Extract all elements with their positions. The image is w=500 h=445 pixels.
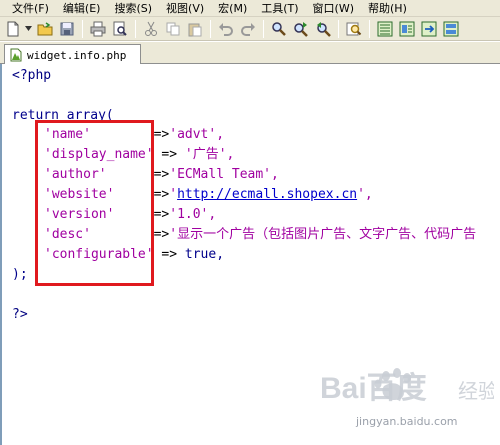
save-icon[interactable] bbox=[56, 19, 77, 39]
menu-search[interactable]: 搜索(S) bbox=[114, 0, 152, 16]
toolbar-separator bbox=[210, 19, 211, 38]
baidu-logo-icon: Bai百度 经验 bbox=[320, 368, 494, 405]
tab-label: widget.info.php bbox=[27, 48, 127, 62]
open-folder-icon[interactable] bbox=[34, 19, 55, 39]
array-close: ); bbox=[12, 267, 28, 282]
view-mode-icon-2[interactable] bbox=[396, 19, 417, 39]
document-tab-strip: widget.info.php bbox=[0, 42, 500, 65]
redo-icon[interactable] bbox=[237, 19, 258, 39]
paste-icon[interactable] bbox=[184, 19, 205, 39]
menu-tools[interactable]: 工具(T) bbox=[261, 0, 298, 16]
new-dropdown-chevron-down-icon[interactable] bbox=[24, 19, 32, 39]
cut-icon[interactable] bbox=[140, 19, 161, 39]
entry-value: '显示一个广告（包括图片广告、文字广告、代码广告 bbox=[169, 227, 477, 242]
view-mode-icon-1[interactable] bbox=[374, 19, 395, 39]
find-in-files-icon[interactable] bbox=[343, 19, 364, 39]
toolbar-separator bbox=[369, 19, 370, 38]
toolbar bbox=[0, 17, 500, 41]
menu-macro[interactable]: 宏(M) bbox=[218, 0, 247, 16]
toolbar-separator bbox=[82, 19, 83, 38]
toolbar-separator bbox=[263, 19, 264, 38]
new-file-icon[interactable] bbox=[2, 19, 23, 39]
menu-window[interactable]: 窗口(W) bbox=[313, 0, 354, 16]
view-mode-icon-3[interactable] bbox=[418, 19, 439, 39]
entry-arrow: => bbox=[153, 247, 185, 262]
find-next-icon[interactable] bbox=[290, 19, 311, 39]
php-open-tag: <?php bbox=[12, 68, 52, 83]
menu-view[interactable]: 视图(V) bbox=[166, 0, 204, 16]
view-mode-icon-4[interactable] bbox=[440, 19, 461, 39]
find-icon[interactable] bbox=[268, 19, 289, 39]
watermark-sub-text: 经验 bbox=[458, 379, 494, 403]
watermark-url: jingyan.baidu.com bbox=[356, 415, 458, 428]
toolbar-separator bbox=[338, 19, 339, 38]
baidu-jingyan-watermark: Bai百度 经验 jingyan.baidu.com bbox=[318, 364, 494, 434]
entry-value: 'ECMall Team', bbox=[169, 167, 279, 182]
print-preview-icon[interactable] bbox=[109, 19, 130, 39]
php-file-icon bbox=[10, 48, 22, 62]
annotation-highlight-box bbox=[35, 120, 154, 286]
php-close-tag: ?> bbox=[12, 307, 28, 322]
entry-value: 'advt', bbox=[169, 127, 225, 142]
menu-help[interactable]: 帮助(H) bbox=[368, 0, 407, 16]
entry-value: true, bbox=[184, 247, 225, 262]
entry-value: '广告', bbox=[184, 147, 235, 162]
copy-icon[interactable] bbox=[162, 19, 183, 39]
undo-icon[interactable] bbox=[215, 19, 236, 39]
toolbar-separator bbox=[135, 19, 136, 38]
find-prev-icon[interactable] bbox=[312, 19, 333, 39]
entry-value: '1.0', bbox=[169, 207, 217, 222]
entry-value-quote: ' bbox=[169, 187, 178, 202]
website-link[interactable]: http://ecmall.shopex.cn bbox=[177, 187, 357, 202]
menu-bar: 文件(F) 编辑(E) 搜索(S) 视图(V) 宏(M) 工具(T) 窗口(W)… bbox=[0, 0, 500, 17]
menu-edit[interactable]: 编辑(E) bbox=[63, 0, 101, 16]
print-icon[interactable] bbox=[87, 19, 108, 39]
entry-arrow: => bbox=[153, 147, 185, 162]
tab-widget-info-php[interactable]: widget.info.php bbox=[4, 44, 141, 65]
entry-value-quote: ', bbox=[357, 187, 373, 202]
menu-file[interactable]: 文件(F) bbox=[12, 0, 49, 16]
